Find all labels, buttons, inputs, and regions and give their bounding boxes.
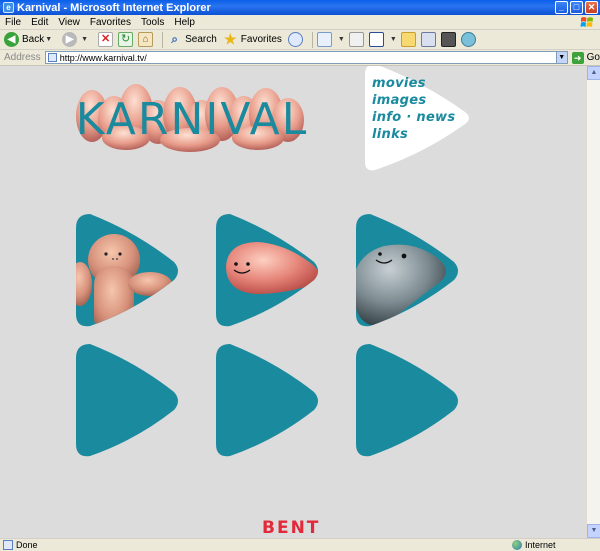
menu-view[interactable]: View — [58, 17, 80, 28]
favorites-button[interactable]: ★ Favorites — [223, 31, 282, 47]
mail-dropdown-icon[interactable]: ▼ — [338, 36, 345, 43]
search-button[interactable]: ⌕ Search — [167, 32, 217, 47]
toolbar-separator — [162, 31, 164, 48]
windows-logo-icon — [580, 17, 593, 27]
edit-icon[interactable] — [368, 32, 384, 47]
address-dropdown-icon[interactable]: ▼ — [555, 52, 567, 63]
address-bar: Address http://www.karnival.tv/ ▼ ➜ Go — [0, 50, 600, 66]
tile-pink-creature[interactable] — [76, 214, 180, 328]
status-bar: Done Internet — [0, 538, 600, 551]
research-icon[interactable] — [420, 32, 436, 47]
internet-globe-icon — [512, 540, 522, 550]
star-icon: ★ — [224, 31, 237, 47]
messenger-icon[interactable] — [460, 32, 476, 47]
zone-indicator: Internet — [512, 540, 556, 550]
close-button[interactable]: ✕ — [585, 1, 598, 14]
media-icon[interactable] — [440, 32, 456, 47]
karnival-logo[interactable]: KARNIVAL — [72, 76, 312, 156]
address-input[interactable]: http://www.karnival.tv/ ▼ — [44, 51, 568, 64]
address-label: Address — [4, 52, 41, 63]
page-icon — [47, 53, 57, 62]
nav-info-news[interactable]: info · news — [372, 110, 455, 125]
stop-icon[interactable]: ✕ — [98, 32, 114, 47]
search-label: Search — [185, 34, 217, 45]
menu-help[interactable]: Help — [174, 17, 195, 28]
home-icon[interactable]: ⌂ — [138, 32, 154, 47]
maximize-button[interactable]: □ — [570, 1, 583, 14]
window-controls: _ □ ✕ — [555, 1, 598, 14]
mail-icon[interactable] — [316, 32, 332, 47]
status-left: Done — [0, 540, 38, 550]
nav-links[interactable]: links — [372, 127, 408, 142]
minimize-button[interactable]: _ — [555, 1, 568, 14]
title-bar: e Karnival - Microsoft Internet Explorer… — [0, 0, 600, 15]
nav-images[interactable]: images — [372, 93, 426, 108]
vertical-scrollbar[interactable]: ▲ ▼ — [586, 66, 600, 538]
scroll-up-icon[interactable]: ▲ — [587, 66, 600, 80]
go-button[interactable]: ➜ Go — [571, 51, 600, 64]
forward-button[interactable]: ▶ ▼ — [62, 32, 92, 47]
menu-file[interactable]: File — [5, 17, 21, 28]
back-button[interactable]: ◀ Back ▼ — [4, 32, 56, 47]
forward-arrow-icon: ▶ — [62, 32, 78, 47]
forward-dropdown-icon[interactable]: ▼ — [81, 36, 88, 43]
edit-dropdown-icon[interactable]: ▼ — [390, 36, 397, 43]
tile-empty-3[interactable] — [356, 344, 460, 458]
menu-edit[interactable]: Edit — [31, 17, 48, 28]
favorites-label: Favorites — [240, 34, 282, 45]
print-icon[interactable] — [348, 32, 364, 47]
ie-icon: e — [3, 2, 14, 13]
history-icon[interactable] — [287, 32, 303, 47]
bent-logo[interactable]: BENT — [262, 518, 320, 538]
back-arrow-icon: ◀ — [4, 32, 19, 47]
go-label: Go — [586, 52, 600, 63]
scroll-down-icon[interactable]: ▼ — [587, 524, 600, 538]
address-url: http://www.karnival.tv/ — [59, 52, 147, 63]
back-dropdown-icon[interactable]: ▼ — [45, 36, 52, 43]
nav-movies[interactable]: movies — [372, 76, 426, 91]
status-text: Done — [16, 540, 38, 550]
toolbar: ◀ Back ▼ ▶ ▼ ✕ ↻ ⌂ ⌕ Search ★ Favorites … — [0, 30, 600, 50]
tile-pink-blob[interactable] — [216, 214, 320, 328]
zone-text: Internet — [525, 540, 556, 550]
discuss-icon[interactable] — [400, 32, 416, 47]
menu-tools[interactable]: Tools — [141, 17, 164, 28]
tile-empty-1[interactable] — [76, 344, 180, 458]
page-viewport: KARNIVAL movies images info · news links — [0, 66, 586, 538]
menu-favorites[interactable]: Favorites — [90, 17, 131, 28]
page-done-icon — [3, 540, 13, 550]
toolbar-separator-2 — [311, 31, 313, 48]
tile-empty-2[interactable] — [216, 344, 320, 458]
window-title: Karnival - Microsoft Internet Explorer — [17, 1, 211, 14]
back-label: Back — [22, 34, 45, 45]
menu-bar: File Edit View Favorites Tools Help — [0, 15, 600, 30]
refresh-icon[interactable]: ↻ — [118, 32, 134, 47]
logo-text: KARNIVAL — [76, 94, 309, 145]
tile-grey-blob[interactable] — [356, 214, 460, 328]
search-icon: ⌕ — [171, 32, 178, 46]
go-arrow-icon: ➜ — [571, 51, 584, 64]
